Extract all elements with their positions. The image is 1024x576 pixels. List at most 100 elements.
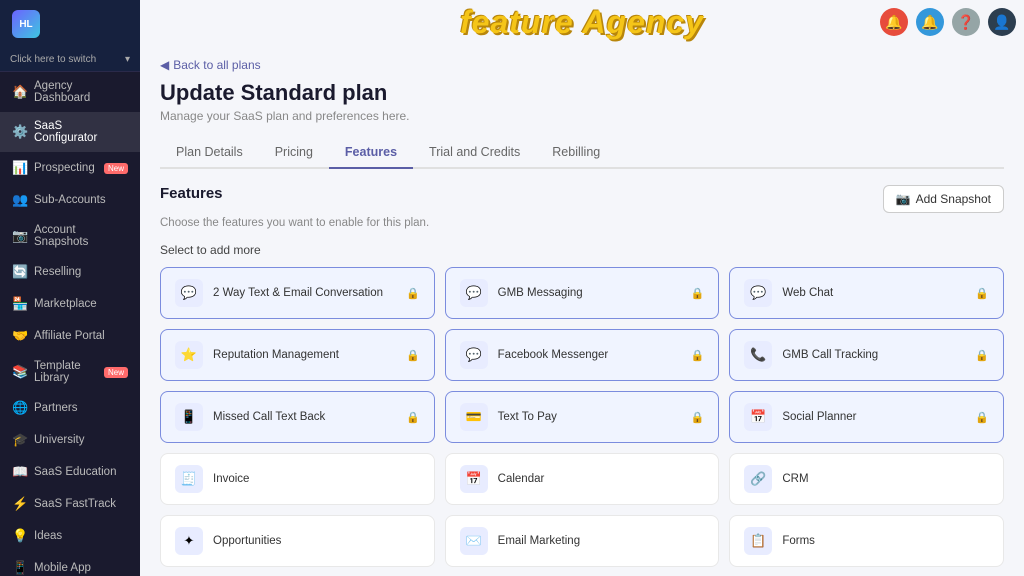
- sidebar-item-university[interactable]: 🎓 University: [0, 424, 140, 456]
- sidebar-item-sub-accounts[interactable]: 👥 Sub-Accounts: [0, 184, 140, 216]
- sidebar-item-label: Mobile App: [34, 562, 91, 574]
- library-icon: 📚: [12, 364, 26, 380]
- feature-icon: 📅: [460, 465, 488, 493]
- sidebar-item-marketplace[interactable]: 🏪 Marketplace: [0, 288, 140, 320]
- feature-name: Forms: [782, 535, 989, 547]
- ideas-icon: 💡: [12, 528, 26, 544]
- university-icon: 🎓: [12, 432, 26, 448]
- user-icon[interactable]: 👤: [988, 8, 1016, 36]
- sidebar-item-agency-dashboard[interactable]: 🏠 Agency Dashboard: [0, 72, 140, 112]
- switch-label: Click here to switch: [10, 54, 96, 65]
- feature-icon: 🧾: [175, 465, 203, 493]
- feature-card-facebook-messenger[interactable]: 💬 Facebook Messenger 🔒: [445, 329, 720, 381]
- sidebar-item-ideas[interactable]: 💡 Ideas: [0, 520, 140, 552]
- sidebar-item-saas-fasttrack[interactable]: ⚡ SaaS FastTrack: [0, 488, 140, 520]
- locked-features-grid: 💬 2 Way Text & Email Conversation 🔒 💬 GM…: [160, 267, 1004, 443]
- tab-pricing[interactable]: Pricing: [259, 137, 329, 169]
- sidebar-item-saas-education[interactable]: 📖 SaaS Education: [0, 456, 140, 488]
- sidebar-item-affiliate-portal[interactable]: 🤝 Affiliate Portal: [0, 320, 140, 352]
- lock-icon: 🔒: [975, 411, 989, 424]
- reselling-icon: 🔄: [12, 264, 26, 280]
- sidebar: HL Click here to switch ▾ 🏠 Agency Dashb…: [0, 0, 140, 576]
- sidebar-item-label: Marketplace: [34, 298, 97, 310]
- sidebar-item-label: SaaS Education: [34, 466, 116, 478]
- feature-name: Social Planner: [782, 411, 965, 423]
- sidebar-item-label: Reselling: [34, 266, 81, 278]
- feature-icon: 💬: [460, 279, 488, 307]
- feature-card-social-planner[interactable]: 📅 Social Planner 🔒: [729, 391, 1004, 443]
- plain-features-grid: 🧾 Invoice 📅 Calendar 🔗 CRM ✦ Opportuniti…: [160, 453, 1004, 576]
- sidebar-item-mobile-app[interactable]: 📱 Mobile App: [0, 552, 140, 576]
- mobile-icon: 📱: [12, 560, 26, 576]
- tab-plan-details[interactable]: Plan Details: [160, 137, 259, 169]
- notification-icon-blue[interactable]: 🔔: [916, 8, 944, 36]
- feature-card-forms[interactable]: 📋 Forms: [729, 515, 1004, 567]
- feature-card-missed-call[interactable]: 📱 Missed Call Text Back 🔒: [160, 391, 435, 443]
- feature-icon: ✉️: [460, 527, 488, 555]
- feature-card-reputation[interactable]: ⭐ Reputation Management 🔒: [160, 329, 435, 381]
- sidebar-item-label: Sub-Accounts: [34, 194, 106, 206]
- dashboard-icon: 🏠: [12, 84, 26, 100]
- feature-card-web-chat[interactable]: 💬 Web Chat 🔒: [729, 267, 1004, 319]
- feature-card-crm[interactable]: 🔗 CRM: [729, 453, 1004, 505]
- tab-trial-credits[interactable]: Trial and Credits: [413, 137, 536, 169]
- feature-name: Email Marketing: [498, 535, 705, 547]
- feature-icon: 📅: [744, 403, 772, 431]
- feature-card-invoice[interactable]: 🧾 Invoice: [160, 453, 435, 505]
- sidebar-item-prospecting[interactable]: 📊 Prospecting New: [0, 152, 140, 184]
- feature-card-gmb-call-tracking[interactable]: 📞 GMB Call Tracking 🔒: [729, 329, 1004, 381]
- sidebar-item-saas-configurator[interactable]: ⚙️ SaaS Configurator: [0, 112, 140, 152]
- feature-icon: 💬: [744, 279, 772, 307]
- configurator-icon: ⚙️: [12, 124, 26, 140]
- add-snapshot-label: Add Snapshot: [916, 192, 991, 206]
- feature-card-gmb-messaging[interactable]: 💬 GMB Messaging 🔒: [445, 267, 720, 319]
- sidebar-item-partners[interactable]: 🌐 Partners: [0, 392, 140, 424]
- feature-card-2way-text[interactable]: 💬 2 Way Text & Email Conversation 🔒: [160, 267, 435, 319]
- lock-icon: 🔒: [691, 411, 705, 424]
- add-snapshot-button[interactable]: 📷 Add Snapshot: [883, 185, 1004, 213]
- notification-icon-red[interactable]: 🔔: [880, 8, 908, 36]
- feature-name: Invoice: [213, 473, 420, 485]
- sidebar-item-label: Prospecting: [34, 162, 95, 174]
- sub-accounts-icon: 👥: [12, 192, 26, 208]
- camera-icon: 📷: [896, 192, 911, 206]
- sidebar-item-reselling[interactable]: 🔄 Reselling: [0, 256, 140, 288]
- sidebar-item-label: SaaS FastTrack: [34, 498, 116, 510]
- feature-icon: 📋: [744, 527, 772, 555]
- sidebar-item-label: University: [34, 434, 84, 446]
- lock-icon: 🔒: [406, 349, 420, 362]
- switch-button[interactable]: Click here to switch ▾: [0, 48, 140, 72]
- sidebar-item-label: SaaS Configurator: [34, 120, 128, 144]
- sidebar-item-label: Agency Dashboard: [34, 80, 128, 104]
- lock-icon: 🔒: [691, 287, 705, 300]
- feature-card-opportunities[interactable]: ✦ Opportunities: [160, 515, 435, 567]
- page-subtitle: Manage your SaaS plan and preferences he…: [160, 109, 1004, 123]
- section-description: Choose the features you want to enable f…: [160, 217, 1004, 229]
- sidebar-item-account-snapshots[interactable]: 📷 Account Snapshots: [0, 216, 140, 256]
- sidebar-item-template-library[interactable]: 📚 Template Library New: [0, 352, 140, 392]
- section-title: Features: [160, 185, 223, 202]
- logo-icon: HL: [12, 10, 40, 38]
- feature-icon: ⭐: [175, 341, 203, 369]
- feature-name: GMB Messaging: [498, 287, 681, 299]
- sidebar-logo: HL: [0, 0, 140, 48]
- section-title-group: Features: [160, 185, 223, 202]
- new-badge: New: [104, 163, 128, 174]
- feature-card-calendar[interactable]: 📅 Calendar: [445, 453, 720, 505]
- back-link[interactable]: ◀ Back to all plans: [160, 58, 1004, 72]
- feature-name: CRM: [782, 473, 989, 485]
- tab-rebilling[interactable]: Rebilling: [536, 137, 616, 169]
- feature-icon: 📞: [744, 341, 772, 369]
- banner-text: feature Agency: [460, 4, 704, 40]
- feature-card-text-to-pay[interactable]: 💳 Text To Pay 🔒: [445, 391, 720, 443]
- section-header: Features 📷 Add Snapshot: [160, 185, 1004, 213]
- feature-name: GMB Call Tracking: [782, 349, 965, 361]
- help-icon[interactable]: ❓: [952, 8, 980, 36]
- main-content: feature Agency 🔔 🔔 ❓ 👤 ◀ Back to all pla…: [140, 0, 1024, 576]
- feature-card-email-marketing[interactable]: ✉️ Email Marketing: [445, 515, 720, 567]
- tab-features[interactable]: Features: [329, 137, 413, 169]
- feature-name: Reputation Management: [213, 349, 396, 361]
- feature-name: Web Chat: [782, 287, 965, 299]
- feature-icon: 💬: [175, 279, 203, 307]
- lock-icon: 🔒: [406, 287, 420, 300]
